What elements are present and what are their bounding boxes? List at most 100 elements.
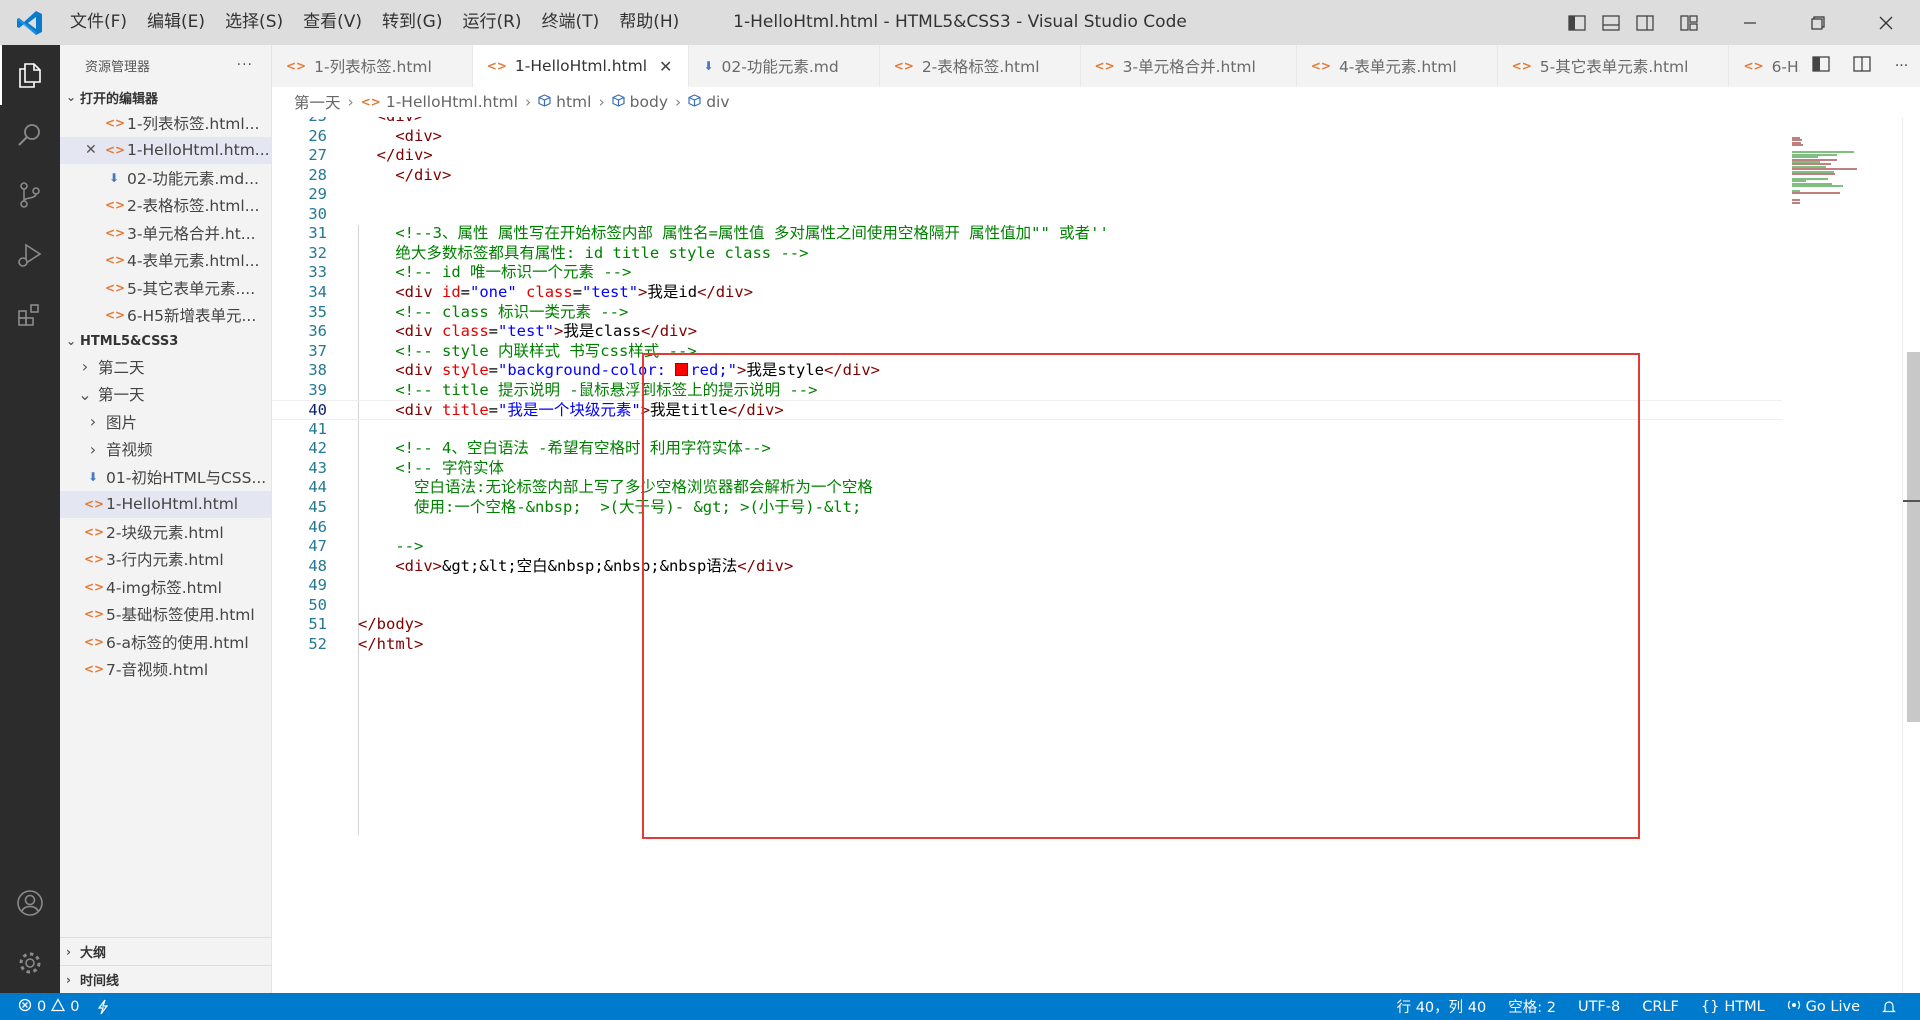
notifications-bell-icon[interactable] bbox=[1882, 1000, 1896, 1014]
color-swatch[interactable] bbox=[675, 363, 689, 377]
code-text: <div> bbox=[358, 117, 424, 127]
encoding[interactable]: UTF-8 bbox=[1578, 999, 1620, 1015]
open-preview-icon[interactable] bbox=[1812, 56, 1830, 76]
editor-tab[interactable]: <> 5-其它表单元素.html bbox=[1498, 45, 1730, 87]
code-token: = bbox=[488, 361, 499, 380]
editor-tab[interactable]: <> 3-单元格合并.html bbox=[1081, 45, 1297, 87]
menu-item[interactable]: 选择(S) bbox=[215, 0, 293, 45]
code-editor[interactable]: 25 <div>26 <div>27 </div>28 </div>293031… bbox=[272, 117, 1920, 993]
cursor-position[interactable]: 行 40，列 40 bbox=[1397, 996, 1487, 1017]
code-token: </div> bbox=[395, 165, 452, 184]
file-item[interactable]: <> 4-img标签.html bbox=[60, 573, 271, 601]
language-mode[interactable]: {} HTML bbox=[1701, 999, 1765, 1015]
toggle-panel-icon[interactable] bbox=[1594, 0, 1628, 45]
html-file-icon: <> bbox=[486, 59, 507, 73]
menu-item[interactable]: 编辑(E) bbox=[137, 0, 215, 45]
open-editors-section-header[interactable]: ⌄ 打开的编辑器 bbox=[60, 85, 271, 109]
minimap[interactable] bbox=[1792, 117, 1902, 227]
editor-tab[interactable]: <> 2-表格标签.html bbox=[880, 45, 1081, 87]
menu-item[interactable]: 运行(R) bbox=[452, 0, 531, 45]
editor-tab[interactable]: ⬇ 02-功能元素.md bbox=[689, 45, 880, 87]
tree-item-label: 5-基础标签使用.html bbox=[106, 606, 255, 625]
toggle-primary-sidebar-icon[interactable] bbox=[1560, 0, 1594, 45]
open-editor-item[interactable]: <> 3-单元格合并.ht... bbox=[60, 219, 271, 247]
code-text: <!-- id 唯一标识一个元素 --> bbox=[358, 263, 631, 283]
close-window-icon[interactable] bbox=[1852, 0, 1920, 45]
vertical-scrollbar[interactable] bbox=[1902, 117, 1920, 993]
section-label: 打开的编辑器 bbox=[80, 91, 159, 107]
menu-item[interactable]: 帮助(H) bbox=[609, 0, 689, 45]
source-control-icon[interactable] bbox=[0, 165, 60, 225]
workspace-section-header[interactable]: ⌄ HTML5&CSS3 bbox=[60, 329, 271, 353]
breadcrumb-item[interactable]: body bbox=[630, 93, 668, 111]
breadcrumb-item[interactable]: div bbox=[706, 93, 729, 111]
close-icon[interactable]: ✕ bbox=[85, 142, 105, 158]
breadcrumb-separator-icon: › bbox=[524, 93, 532, 111]
open-editor-item[interactable]: ⬇ 02-功能元素.md... bbox=[60, 164, 271, 192]
menu-item[interactable]: 查看(V) bbox=[293, 0, 372, 45]
explorer-icon[interactable] bbox=[0, 45, 60, 105]
code-token: </div> bbox=[641, 322, 698, 341]
code-line: 34 <div id="one" class="test">我是id</div> bbox=[272, 283, 1782, 303]
code-token: --> bbox=[395, 537, 424, 556]
folder-item[interactable]: › 图片 bbox=[60, 408, 271, 436]
scrollbar-thumb[interactable] bbox=[1907, 352, 1920, 722]
open-editor-item[interactable]: <> 5-其它表单元素.... bbox=[60, 274, 271, 302]
search-icon[interactable] bbox=[0, 105, 60, 165]
file-label: 1-列表标签.html... bbox=[127, 114, 260, 133]
extensions-icon[interactable] bbox=[0, 285, 60, 345]
outline-section-header[interactable]: › 大纲 bbox=[60, 937, 272, 965]
customize-layout-icon[interactable] bbox=[1672, 0, 1706, 45]
file-item[interactable]: <> 3-行内元素.html bbox=[60, 546, 271, 574]
timeline-section-header[interactable]: › 时间线 bbox=[60, 965, 272, 993]
problems-status[interactable]: 0 0 bbox=[18, 997, 79, 1016]
file-item[interactable]: <> 1-HelloHtml.html bbox=[60, 490, 271, 518]
split-editor-icon[interactable] bbox=[1853, 56, 1871, 76]
menu-item[interactable]: 文件(F) bbox=[60, 0, 137, 45]
more-actions-icon[interactable]: ··· bbox=[237, 57, 253, 73]
breadcrumb-item[interactable]: 第一天 bbox=[294, 91, 341, 113]
open-editor-item[interactable]: ✕ <> 1-HelloHtml.htm... bbox=[60, 136, 271, 164]
code-line: 49 bbox=[272, 576, 1782, 596]
folder-item[interactable]: ⌄ 第一天 bbox=[60, 381, 271, 409]
go-live-button[interactable]: Go Live bbox=[1787, 998, 1860, 1016]
code-token: = bbox=[488, 401, 499, 420]
file-item[interactable]: ⬇ 01-初始HTML与CSS... bbox=[60, 463, 271, 491]
account-icon[interactable] bbox=[0, 873, 60, 933]
toggle-secondary-sidebar-icon[interactable] bbox=[1628, 0, 1662, 45]
lightning-icon[interactable] bbox=[97, 999, 109, 1015]
editor-tab[interactable]: <> 1-列表标签.html bbox=[272, 45, 473, 87]
folder-item[interactable]: › 第二天 bbox=[60, 353, 271, 381]
open-editor-item[interactable]: <> 1-列表标签.html... bbox=[60, 109, 271, 137]
file-item[interactable]: <> 6-a标签的使用.html bbox=[60, 628, 271, 656]
end-of-line[interactable]: CRLF bbox=[1642, 999, 1679, 1015]
file-item[interactable]: <> 5-基础标签使用.html bbox=[60, 601, 271, 629]
minimize-icon[interactable] bbox=[1716, 0, 1784, 45]
code-token: title bbox=[442, 401, 489, 420]
open-editor-item[interactable]: <> 6-H5新增表单元... bbox=[60, 302, 271, 330]
tab-close-icon[interactable]: ✕ bbox=[659, 57, 672, 76]
broadcast-icon bbox=[1787, 998, 1801, 1016]
more-actions-icon[interactable]: ··· bbox=[1895, 58, 1908, 74]
open-editor-item[interactable]: <> 2-表格标签.html... bbox=[60, 192, 271, 220]
code-text: <div style="background-color: red;">我是st… bbox=[358, 361, 880, 381]
manage-gear-icon[interactable] bbox=[0, 933, 60, 993]
breadcrumb-item[interactable]: 1-HelloHtml.html bbox=[386, 93, 518, 111]
open-editor-item[interactable]: <> 4-表单元素.html... bbox=[60, 247, 271, 275]
menu-item[interactable]: 终端(T) bbox=[532, 0, 610, 45]
file-item[interactable]: <> 7-音视频.html bbox=[60, 656, 271, 684]
folder-item[interactable]: › 音视频 bbox=[60, 436, 271, 464]
run-debug-icon[interactable] bbox=[0, 225, 60, 285]
tree-item-label: 7-音视频.html bbox=[106, 661, 209, 680]
code-token: <!--3、属性 属性写在开始标签内部 属性名=属性值 多对属性之间使用空格隔开… bbox=[395, 224, 1109, 243]
editor-tab[interactable]: <> 4-表单元素.html bbox=[1297, 45, 1498, 87]
restore-icon[interactable] bbox=[1784, 0, 1852, 45]
editor-tab[interactable]: <> 1-HelloHtml.html ✕ bbox=[472, 45, 690, 87]
menu-item[interactable]: 转到(G) bbox=[372, 0, 452, 45]
file-item[interactable]: <> 2-块级元素.html bbox=[60, 518, 271, 546]
line-number: 47 bbox=[308, 537, 327, 556]
indentation[interactable]: 空格: 2 bbox=[1508, 996, 1556, 1017]
code-text: 空白语法:无论标签内部上写了多少空格浏览器都会解析为一个空格 bbox=[358, 478, 873, 498]
breadcrumb-item[interactable]: html bbox=[556, 93, 591, 111]
